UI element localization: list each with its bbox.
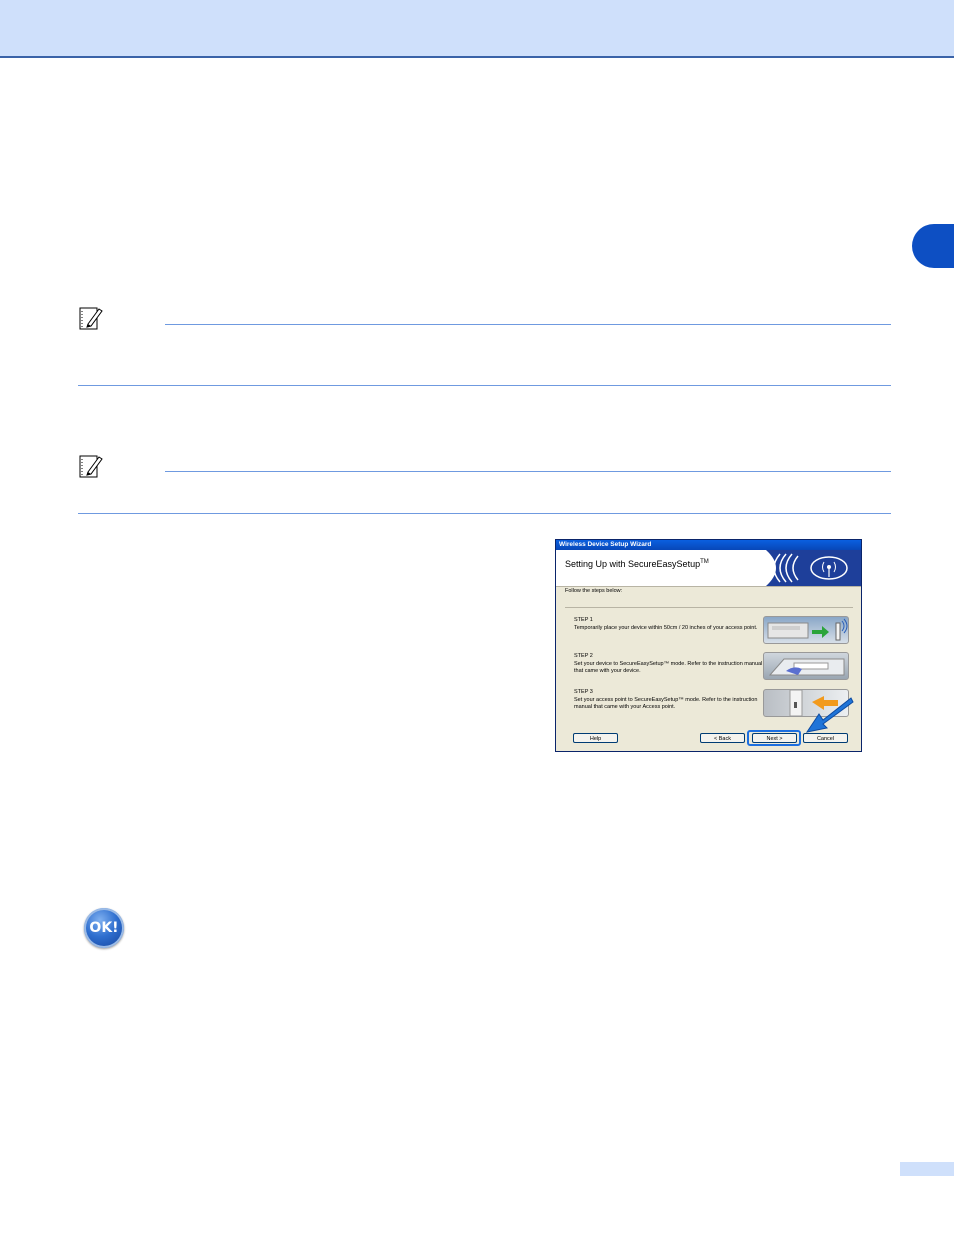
dialog-separator: [565, 607, 853, 608]
dialog-intro: Follow the steps below:: [565, 588, 623, 594]
dialog-heading: Setting Up with SecureEasySetupTM: [565, 559, 709, 569]
step-text: Temporarily place your device within 50c…: [574, 624, 758, 631]
note-icon: [78, 305, 104, 331]
step-label: STEP 2: [574, 653, 593, 659]
arrow-pointer-icon: [805, 697, 854, 733]
note-bottom-rule: [78, 385, 891, 386]
chapter-tab: [912, 224, 954, 268]
printer-near-access-point-image: [763, 616, 849, 644]
note-top-rule: [165, 471, 891, 472]
wizard-dialog-screenshot: Wireless Device Setup Wizard Setting Up …: [555, 539, 862, 752]
wireless-logo-icon: [766, 550, 861, 586]
dialog-title: Wireless Device Setup Wizard: [556, 540, 861, 550]
help-button[interactable]: Help: [573, 733, 618, 743]
step-label: STEP 1: [574, 617, 593, 623]
step-label: STEP 3: [574, 689, 593, 695]
note-icon: [78, 453, 104, 479]
step-3: STEP 3 Set your access point to SecureEa…: [574, 689, 764, 712]
header-band: [0, 0, 954, 58]
note-top-rule: [165, 324, 891, 325]
step-2: STEP 2 Set your device to SecureEasySetu…: [574, 653, 764, 676]
step-text: Set your access point to SecureEasySetup…: [574, 696, 758, 711]
back-button[interactable]: < Back: [700, 733, 745, 743]
ok-badge-icon: OK!: [84, 908, 124, 948]
device-button-image: [763, 652, 849, 680]
page-number-box: [900, 1162, 954, 1176]
note-bottom-rule: [78, 513, 891, 514]
step-1: STEP 1 Temporarily place your device wit…: [574, 617, 764, 632]
cancel-button[interactable]: Cancel: [803, 733, 848, 743]
next-button[interactable]: Next >: [752, 733, 797, 743]
step-text: Set your device to SecureEasySetup™ mode…: [574, 660, 763, 675]
